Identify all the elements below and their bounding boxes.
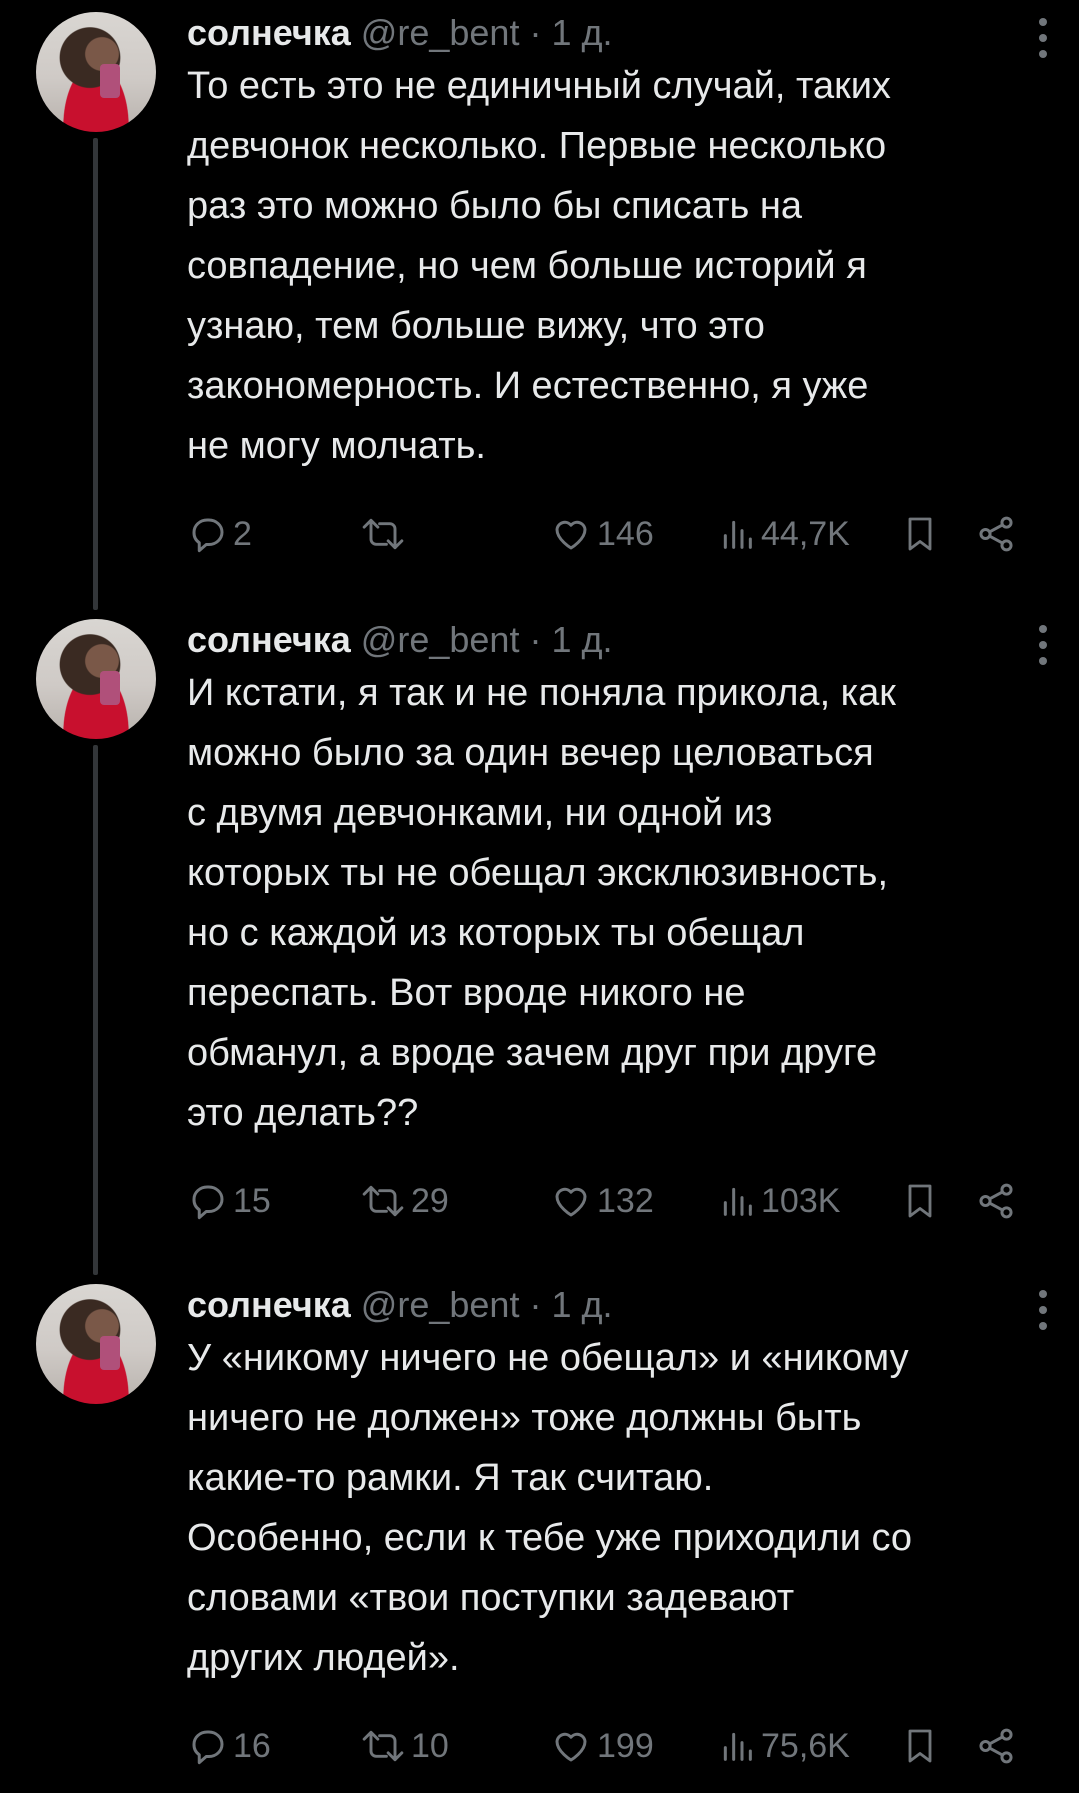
views-button[interactable]: 103K bbox=[717, 1177, 840, 1225]
views-icon bbox=[723, 520, 752, 549]
bookmark-icon bbox=[908, 1184, 932, 1218]
timestamp[interactable]: 1 д. bbox=[551, 619, 612, 661]
share-icon bbox=[979, 516, 1013, 552]
retweet-icon bbox=[362, 518, 404, 550]
heart-icon bbox=[555, 1187, 587, 1217]
bookmark-icon bbox=[908, 517, 932, 551]
like-count: 132 bbox=[597, 1181, 654, 1220]
like-button[interactable]: 146 bbox=[549, 510, 654, 558]
tweet-thread: солнечка @re_bent · 1 д. То есть это не … bbox=[0, 0, 1079, 1793]
heart-icon bbox=[555, 520, 587, 550]
tweet-actions: 16 10 199 75,6K bbox=[187, 1722, 1049, 1770]
author-handle[interactable]: @re_bent bbox=[361, 1284, 520, 1326]
bookmark-button[interactable] bbox=[900, 1177, 940, 1225]
retweet-icon bbox=[362, 1730, 404, 1762]
reply-count: 2 bbox=[233, 514, 252, 553]
reply-count: 16 bbox=[233, 1726, 271, 1765]
author-handle[interactable]: @re_bent bbox=[361, 12, 520, 54]
author-name[interactable]: солнечка bbox=[187, 1284, 351, 1326]
reply-button[interactable]: 15 bbox=[187, 1177, 271, 1225]
retweet-button[interactable] bbox=[359, 510, 411, 558]
separator-dot: · bbox=[529, 1284, 542, 1325]
avatar[interactable] bbox=[36, 619, 156, 739]
views-count: 44,7K bbox=[761, 514, 850, 553]
share-button[interactable] bbox=[975, 510, 1017, 558]
reply-count: 15 bbox=[233, 1181, 271, 1220]
retweet-icon bbox=[362, 1185, 404, 1217]
timestamp[interactable]: 1 д. bbox=[551, 12, 612, 54]
reply-button[interactable]: 16 bbox=[187, 1722, 271, 1770]
like-button[interactable]: 132 bbox=[549, 1177, 654, 1225]
views-count: 103K bbox=[761, 1181, 841, 1220]
like-count: 199 bbox=[597, 1726, 654, 1765]
share-icon bbox=[979, 1183, 1013, 1219]
tweet-actions: 15 29 132 103K bbox=[187, 1177, 1049, 1225]
share-icon bbox=[979, 1728, 1013, 1764]
retweet-button[interactable]: 10 bbox=[359, 1722, 449, 1770]
tweet[interactable]: солнечка @re_bent · 1 д. И кстати, я так… bbox=[0, 607, 1079, 1267]
author-handle[interactable]: @re_bent bbox=[361, 619, 520, 661]
bookmark-button[interactable] bbox=[900, 1722, 940, 1770]
reply-icon bbox=[192, 1730, 224, 1765]
tweet-text: То есть это не единичный случай, таких д… bbox=[187, 65, 891, 467]
avatar[interactable] bbox=[36, 12, 156, 132]
reply-icon bbox=[192, 1185, 224, 1220]
timestamp[interactable]: 1 д. bbox=[551, 1284, 612, 1326]
views-button[interactable]: 75,6K bbox=[717, 1722, 850, 1770]
reply-icon bbox=[192, 518, 224, 553]
avatar[interactable] bbox=[36, 1284, 156, 1404]
like-button[interactable]: 199 bbox=[549, 1722, 654, 1770]
author-name[interactable]: солнечка bbox=[187, 619, 351, 661]
separator-dot: · bbox=[529, 619, 542, 660]
tweet[interactable]: солнечка @re_bent · 1 д. У «никому ничег… bbox=[0, 1272, 1079, 1792]
views-count: 75,6K bbox=[761, 1726, 850, 1765]
tweet-text: У «никому ничего не обещал» и «никому ни… bbox=[187, 1337, 913, 1679]
heart-icon bbox=[555, 1732, 587, 1762]
reply-button[interactable]: 2 bbox=[187, 510, 252, 558]
share-button[interactable] bbox=[975, 1722, 1017, 1770]
share-button[interactable] bbox=[975, 1177, 1017, 1225]
bookmark-button[interactable] bbox=[900, 510, 940, 558]
tweet-text: И кстати, я так и не поняла прикола, как… bbox=[187, 672, 896, 1134]
views-icon bbox=[723, 1187, 752, 1216]
tweet[interactable]: солнечка @re_bent · 1 д. То есть это не … bbox=[0, 0, 1079, 600]
views-icon bbox=[723, 1732, 752, 1761]
retweet-button[interactable]: 29 bbox=[359, 1177, 449, 1225]
separator-dot: · bbox=[529, 12, 542, 53]
retweet-count: 10 bbox=[411, 1726, 449, 1765]
author-name[interactable]: солнечка bbox=[187, 12, 351, 54]
bookmark-icon bbox=[908, 1729, 932, 1763]
tweet-actions: 2 146 44,7K bbox=[187, 510, 1049, 558]
views-button[interactable]: 44,7K bbox=[717, 510, 850, 558]
like-count: 146 bbox=[597, 514, 654, 553]
retweet-count: 29 bbox=[411, 1181, 449, 1220]
